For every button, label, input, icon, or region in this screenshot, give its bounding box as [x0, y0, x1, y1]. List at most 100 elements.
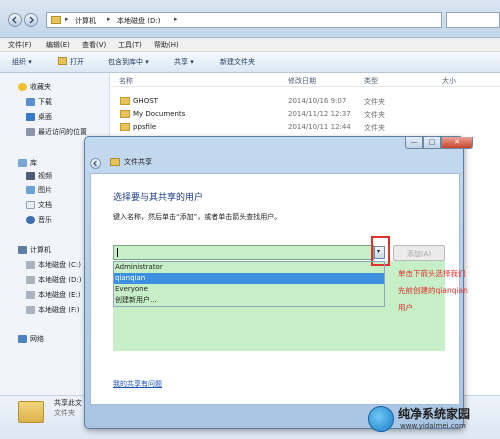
- column-type[interactable]: 类型: [364, 76, 378, 86]
- close-icon: ✕: [454, 138, 460, 146]
- file-name: ppsfile: [133, 123, 157, 131]
- new-folder-button[interactable]: 新建文件夹: [220, 57, 255, 67]
- dialog-back-button[interactable]: [90, 158, 101, 169]
- folder-icon: [18, 401, 44, 423]
- breadcrumb-separator: ▸: [174, 15, 178, 23]
- back-arrow-icon: [12, 16, 17, 24]
- menu-help[interactable]: 帮助(H): [154, 40, 179, 50]
- breadcrumb-separator: ▸: [107, 15, 111, 23]
- add-button-label: 添加(A): [406, 250, 432, 258]
- organize-button[interactable]: 组织 ▾: [12, 57, 32, 67]
- nav-drive-e-label: 本地磁盘 (E:): [38, 291, 81, 299]
- breadcrumb-drive-d[interactable]: 本地磁盘 (D:): [117, 16, 160, 26]
- breadcrumb-computer[interactable]: 计算机: [75, 16, 96, 26]
- menu-edit[interactable]: 编辑(E): [46, 40, 70, 50]
- sharing-help-link[interactable]: 我的共享有问题: [113, 379, 162, 389]
- picture-icon: [26, 186, 35, 194]
- selected-item-name: 共享此文: [54, 399, 82, 407]
- forward-button[interactable]: [24, 13, 38, 27]
- include-library-button[interactable]: 包含到库中 ▾: [108, 57, 149, 67]
- annotation-line: 单击下箭头选择我们: [398, 269, 466, 278]
- nav-libraries-label: 库: [30, 159, 37, 167]
- network-icon: [18, 335, 27, 343]
- file-row[interactable]: GHOST 2014/10/16 9:07 文件夹: [111, 95, 500, 108]
- column-header: 名称 修改日期 类型 大小: [111, 73, 500, 87]
- minimize-button[interactable]: —: [405, 137, 423, 149]
- nav-drive-f-label: 本地磁盘 (F:): [38, 306, 80, 314]
- download-icon: [26, 98, 35, 106]
- close-button[interactable]: ✕: [441, 137, 473, 149]
- column-size[interactable]: 大小: [442, 76, 456, 86]
- folder-icon: [120, 110, 130, 118]
- forward-arrow-icon: [29, 16, 34, 24]
- watermark: 纯净系统家园 www.yidaimei.com: [360, 399, 500, 439]
- back-arrow-icon: [93, 160, 97, 167]
- file-row[interactable]: My Documents 2014/11/12 12:37 文件夹: [111, 108, 500, 121]
- nav-recent-label: 最近访问的位置: [38, 128, 87, 136]
- dialog-title: 文件共享: [124, 158, 152, 166]
- drive-icon: [26, 291, 35, 299]
- dropdown-list: [113, 261, 385, 307]
- annotation-line: 先前创建的qianqian: [398, 286, 468, 295]
- folder-icon: [120, 123, 130, 131]
- file-name: My Documents: [133, 110, 186, 118]
- file-row[interactable]: ppsfile 2014/10/11 12:44 文件夹: [111, 121, 500, 134]
- nav-network-label: 网络: [30, 335, 44, 343]
- computer-icon: [18, 246, 27, 254]
- file-date: 2014/10/16 9:07: [288, 97, 347, 105]
- nav-favorites-label: 收藏夹: [30, 83, 51, 91]
- site-logo-icon: [368, 406, 394, 432]
- dialog-heading: 选择要与其共享的用户: [113, 193, 204, 203]
- desktop-icon: [26, 113, 35, 121]
- library-icon: [18, 159, 27, 167]
- breadcrumb-separator: ▸: [65, 15, 69, 23]
- menu-tools[interactable]: 工具(T): [118, 40, 142, 50]
- drive-icon: [26, 261, 35, 269]
- folder-icon: [51, 16, 61, 24]
- open-folder-icon: [58, 57, 67, 65]
- minimize-icon: —: [410, 138, 418, 146]
- user-name-input[interactable]: [113, 245, 374, 260]
- star-icon: [18, 83, 27, 91]
- watermark-url: www.yidaimei.com: [400, 422, 466, 430]
- open-label: 打开: [70, 58, 84, 66]
- open-button[interactable]: 打开: [58, 57, 84, 67]
- nav-downloads-label: 下载: [38, 98, 52, 106]
- maximize-icon: □: [428, 138, 436, 146]
- video-icon: [26, 172, 35, 180]
- nav-drive-c-label: 本地磁盘 (C:): [38, 261, 81, 269]
- file-type: 文件夹: [364, 98, 385, 106]
- menu-file[interactable]: 文件(F): [8, 40, 32, 50]
- nav-videos-label: 视频: [38, 172, 52, 180]
- nav-documents-label: 文档: [38, 201, 52, 209]
- text-caret: [117, 248, 118, 257]
- column-name[interactable]: 名称: [119, 76, 133, 86]
- drive-icon: [26, 306, 35, 314]
- nav-music-label: 音乐: [38, 216, 52, 224]
- selected-item-type: 文件夹: [54, 409, 75, 417]
- add-button[interactable]: 添加(A): [393, 245, 445, 261]
- maximize-button[interactable]: □: [423, 137, 441, 149]
- document-icon: [26, 201, 35, 209]
- file-date: 2014/10/11 12:44: [288, 123, 351, 131]
- file-date: 2014/11/12 12:37: [288, 110, 351, 118]
- music-icon: [26, 216, 35, 224]
- nav-desktop-label: 桌面: [38, 113, 52, 121]
- watermark-title: 纯净系统家园: [398, 407, 471, 421]
- nav-drive-d-label: 本地磁盘 (D:): [38, 276, 82, 284]
- share-button[interactable]: 共享 ▾: [174, 57, 194, 67]
- nav-computer-label: 计算机: [30, 246, 51, 254]
- path-input[interactable]: ▸ 计算机 ▸ 本地磁盘 (D:) ▸: [46, 12, 442, 28]
- search-input[interactable]: [446, 12, 500, 28]
- column-date[interactable]: 修改日期: [288, 76, 316, 86]
- file-type: 文件夹: [364, 124, 385, 132]
- drive-icon: [26, 276, 35, 284]
- dialog-instruction: 键入名称，然后单击“添加”，或者单击箭头查找用户。: [113, 213, 282, 221]
- menu-bar: 文件(F) 编辑(E) 查看(V) 工具(T) 帮助(H): [0, 38, 500, 52]
- menu-view[interactable]: 查看(V): [82, 40, 106, 50]
- back-button[interactable]: [8, 13, 22, 27]
- annotation-line: 用户: [398, 303, 413, 312]
- address-bar: ▸ 计算机 ▸ 本地磁盘 (D:) ▸: [0, 0, 500, 38]
- share-folder-icon: [110, 158, 120, 166]
- file-type: 文件夹: [364, 111, 385, 119]
